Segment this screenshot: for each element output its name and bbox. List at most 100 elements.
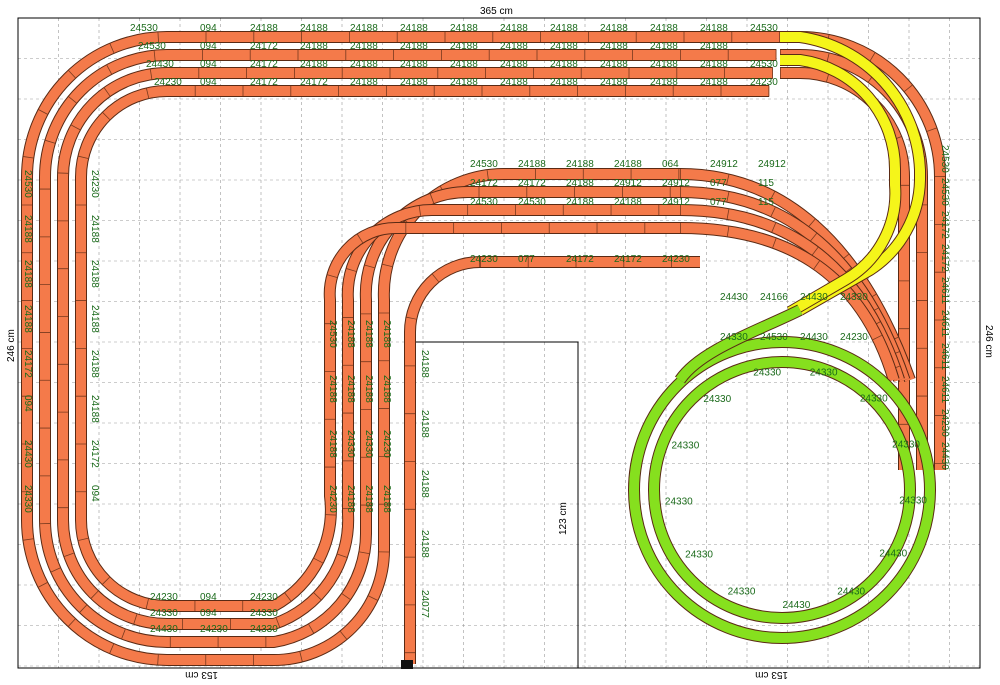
label-inner-2-4: 24912: [662, 197, 690, 208]
label-right-9: 24430: [939, 442, 950, 470]
label-top-1-3: 24188: [300, 41, 328, 52]
label-inner-left-3: 24188: [381, 320, 392, 348]
label-left-2: 24188: [22, 260, 33, 288]
label-helix-7: 24330: [703, 394, 731, 405]
label-left-0: 24530: [22, 170, 33, 198]
label-top-3-9: 24188: [600, 77, 628, 88]
label-right-8: 24230: [939, 409, 950, 437]
label-top-0-7: 24188: [500, 23, 528, 34]
label-right-5: 24611: [939, 310, 950, 338]
label-top-1-0: 24530: [138, 41, 166, 52]
label-inner-left-9: 24330: [345, 430, 356, 458]
label-inner-left-7: 24188: [381, 375, 392, 403]
label-inner-0-4: 064: [662, 159, 679, 170]
track-plan-canvas: 24530 094 24188 24188 24188 24188 24188 24188 24…: [6, 6, 994, 680]
label-inner-left-6: 24188: [363, 375, 374, 403]
label-top-2-1: 094: [200, 59, 217, 70]
label-bottom-0: 24230: [150, 592, 178, 603]
label-top-3-5: 24188: [400, 77, 428, 88]
label-inner-2-3: 24188: [614, 197, 642, 208]
left-height-label: 246 cm: [6, 329, 17, 362]
label-left-8: 24230: [89, 170, 100, 198]
label-inner-left-12: 24230: [327, 485, 338, 513]
label-helix-1: 24430: [837, 586, 865, 597]
label-top-3-6: 24188: [450, 77, 478, 88]
label-inner-2-6: 115: [758, 197, 774, 208]
helix-outer: [629, 337, 935, 643]
label-cross-3: 24330: [840, 292, 868, 303]
inner-height-label: 123 cm: [558, 502, 569, 535]
bottom-right-label: 153 cm: [755, 669, 788, 680]
label-top-0-3: 24188: [300, 23, 328, 34]
label-top-0-8: 24188: [550, 23, 578, 34]
label-right-4: 24611: [939, 277, 950, 305]
label-inner-2-2: 24188: [566, 197, 594, 208]
label-cross-7: 24230: [840, 332, 868, 343]
label-cross-2: 24430: [800, 292, 828, 303]
label-left-15: 094: [89, 485, 100, 502]
label-helix-5: 24330: [665, 497, 693, 508]
label-right-6: 24611: [939, 343, 950, 371]
label-inner-0-5: 24912: [710, 159, 738, 170]
label-stub-3: 24188: [419, 530, 430, 558]
label-top-3-3: 24172: [300, 77, 328, 88]
label-stub-4: 24077: [419, 590, 430, 618]
label-inner-1-0: 24172: [470, 178, 498, 189]
label-left-10: 24188: [89, 260, 100, 288]
label-top-1-2: 24172: [250, 41, 278, 52]
label-inner-1-6: 115: [758, 178, 774, 189]
label-inner-left-13: 24188: [345, 485, 356, 513]
label-top-0-2: 24188: [250, 23, 278, 34]
label-helix-9: 24330: [810, 367, 838, 378]
label-bottom-4: 094: [200, 608, 217, 619]
label-bottom-2: 24230: [250, 592, 278, 603]
label-inner-left-5: 24188: [345, 375, 356, 403]
label-helix-6: 24330: [671, 441, 699, 452]
label-inner-left-1: 24188: [345, 320, 356, 348]
outer-loop-1-joints: [22, 32, 780, 665]
label-right-3: 24172: [939, 244, 950, 272]
label-bottom-5: 24330: [250, 608, 278, 619]
label-inner-3-3: 24172: [614, 254, 642, 265]
label-top-0-10: 24188: [650, 23, 678, 34]
label-top-2-2: 24172: [250, 59, 278, 70]
label-top-2-10: 24188: [650, 59, 678, 70]
label-top-2-4: 24188: [350, 59, 378, 70]
label-bottom-3: 24330: [150, 608, 178, 619]
label-cross-1: 24166: [760, 292, 788, 303]
board-recess: [409, 341, 579, 668]
track-end-bumper: [401, 660, 413, 669]
label-top-2-3: 24188: [300, 59, 328, 70]
label-stub-0: 24188: [419, 350, 430, 378]
label-top-3-11: 24188: [700, 77, 728, 88]
label-inner-0-2: 24188: [566, 159, 594, 170]
label-top-3-10: 24188: [650, 77, 678, 88]
label-cross-0: 24430: [720, 292, 748, 303]
label-inner-left-0: 24530: [327, 320, 338, 348]
label-stub-2: 24188: [419, 470, 430, 498]
label-inner-0-0: 24530: [470, 159, 498, 170]
label-top-0-4: 24188: [350, 23, 378, 34]
label-left-1: 24188: [22, 215, 33, 243]
outer-loop-1: [22, 32, 780, 665]
label-top-0-6: 24188: [450, 23, 478, 34]
label-inner-left-8: 24188: [327, 430, 338, 458]
label-inner-3-4: 24230: [662, 254, 690, 265]
label-top-1-9: 24188: [600, 41, 628, 52]
label-top-2-11: 24188: [700, 59, 728, 70]
label-inner-2-1: 24530: [518, 197, 546, 208]
label-inner-3-0: 24230: [470, 254, 498, 265]
label-inner-1-1: 24172: [518, 178, 546, 189]
label-left-14: 24172: [89, 440, 100, 468]
label-inner-1-4: 24912: [662, 178, 690, 189]
label-top-1-5: 24188: [400, 41, 428, 52]
label-left-7: 24330: [22, 485, 33, 513]
label-left-12: 24188: [89, 350, 100, 378]
label-inner-0-3: 24188: [614, 159, 642, 170]
label-left-11: 24188: [89, 305, 100, 333]
label-left-4: 24172: [22, 350, 33, 378]
label-stub-1: 24188: [419, 410, 430, 438]
label-helix-0: 24430: [879, 549, 907, 560]
label-top-1-4: 24188: [350, 41, 378, 52]
label-top-0-0: 24530: [130, 23, 158, 34]
